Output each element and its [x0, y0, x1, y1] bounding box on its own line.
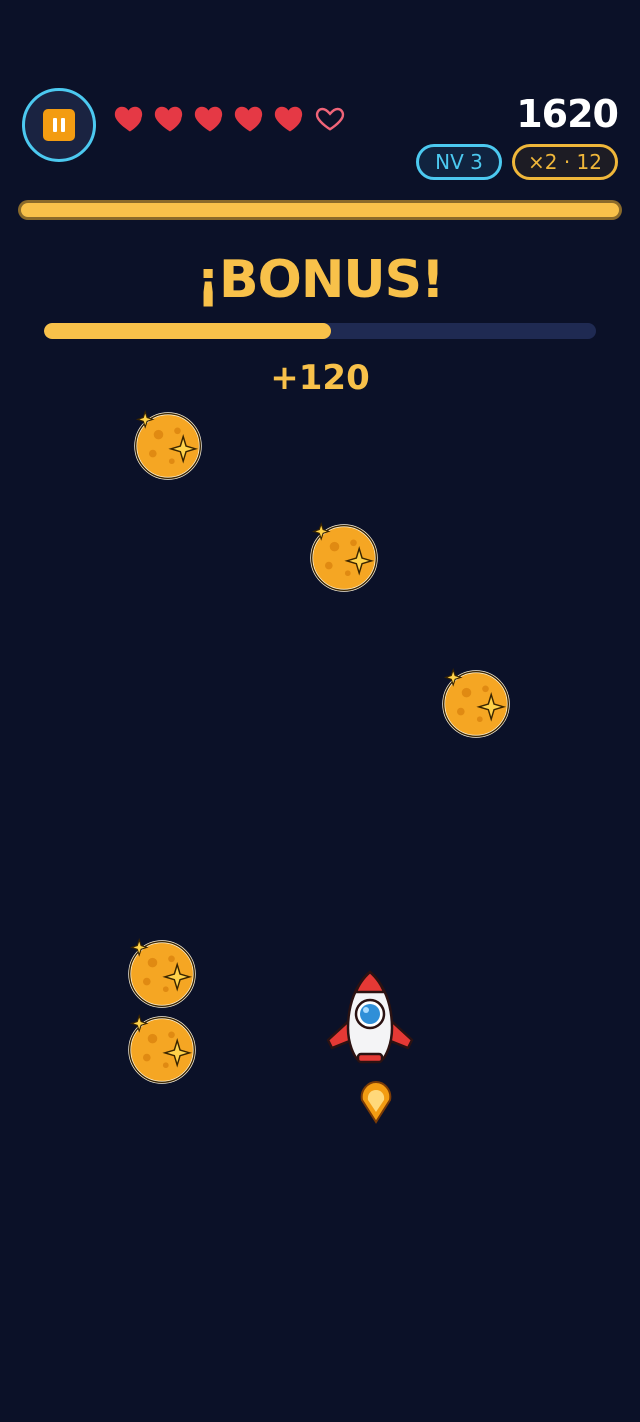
- bonus-timer-bar: [44, 323, 596, 339]
- level-progress-fill: [21, 203, 619, 217]
- star-coin-icon: [310, 521, 378, 592]
- bonus-title: ¡BONUS!: [196, 250, 444, 310]
- heart-full-icon: [274, 106, 303, 132]
- level-badge: NV 3: [416, 144, 502, 180]
- combo-badge: ×2 · 12: [512, 144, 618, 180]
- heart-full-icon: [114, 106, 143, 132]
- heart-full-icon: [154, 106, 183, 132]
- bonus-timer-fill: [44, 323, 332, 339]
- pause-button[interactable]: [22, 88, 96, 162]
- bonus-points: +120: [270, 358, 370, 398]
- heart-empty-icon: [315, 107, 345, 131]
- rocket-icon[interactable]: [322, 968, 418, 1068]
- star-coin-icon: [134, 409, 202, 480]
- status-badges: NV 3 ×2 · 12: [416, 144, 618, 180]
- level-progress-bar: [18, 200, 622, 220]
- heart-full-icon: [234, 106, 263, 132]
- score-value: 1620: [516, 92, 619, 136]
- star-coin-icon: [128, 937, 196, 1008]
- heart-full-icon: [194, 106, 223, 132]
- flame-icon: [360, 1080, 392, 1124]
- star-coin-icon: [128, 1013, 196, 1084]
- star-coin-icon: [442, 667, 510, 738]
- lives-hearts: [112, 100, 348, 136]
- pause-icon: [43, 109, 75, 141]
